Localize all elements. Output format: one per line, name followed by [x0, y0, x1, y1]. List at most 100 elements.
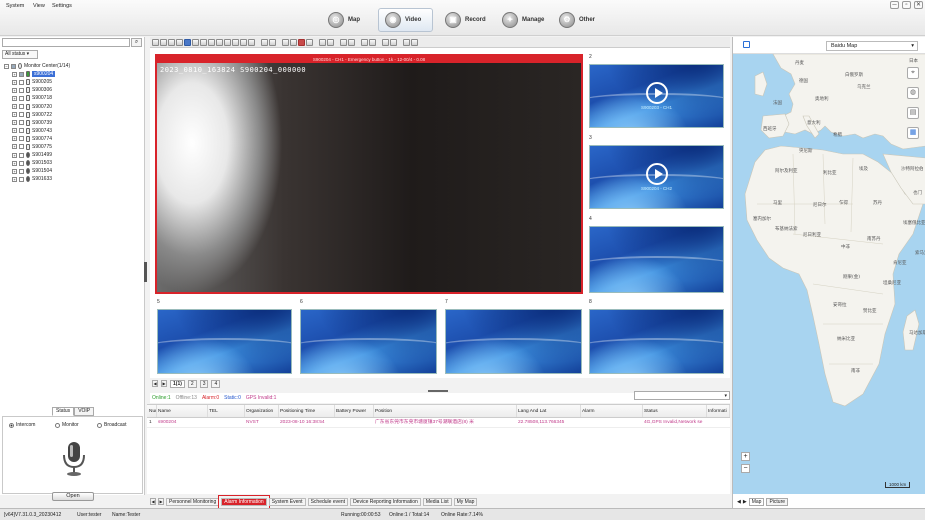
clear-icon[interactable]	[411, 38, 418, 46]
tree-device-row[interactable]: + S900720	[4, 102, 142, 110]
radio-broadcast[interactable]: Broadcast	[97, 422, 127, 428]
minimize-button[interactable]: ─	[890, 1, 899, 9]
radio-intercom[interactable]: Intercom	[9, 422, 35, 428]
alarm-count[interactable]: Alarm:0	[202, 395, 219, 401]
tree-device-row[interactable]: + s900204	[4, 70, 142, 78]
device-checkbox[interactable]	[19, 152, 24, 158]
menu-settings[interactable]: Settings	[52, 3, 72, 9]
traffic-icon[interactable]: ◍	[907, 87, 919, 99]
prev-tab-icon[interactable]: ◀	[150, 498, 156, 505]
expand-icon[interactable]: +	[12, 112, 17, 118]
device-checkbox[interactable]	[19, 176, 24, 182]
page-tab-2[interactable]: 2	[187, 379, 197, 388]
column-header[interactable]: Battery Power	[335, 405, 374, 417]
device-checkbox[interactable]	[19, 104, 24, 110]
layout-16-icon[interactable]	[208, 38, 215, 46]
save-icon[interactable]	[361, 38, 368, 46]
tree-device-row[interactable]: + S900722	[4, 111, 142, 119]
offline-count[interactable]: Offline:13	[176, 395, 197, 401]
play-icon[interactable]	[645, 81, 668, 104]
expand-icon[interactable]: +	[12, 104, 17, 110]
device-checkbox[interactable]	[19, 144, 24, 150]
bottom-tab[interactable]: Schedule event	[307, 497, 349, 506]
tab-picture[interactable]: Picture	[766, 498, 789, 506]
zoom-out-button[interactable]: −	[741, 464, 750, 473]
camera-icon[interactable]	[282, 38, 289, 46]
stop-icon[interactable]	[340, 38, 347, 46]
column-header[interactable]: TEL	[208, 405, 245, 417]
tab-map[interactable]: Map	[748, 498, 765, 506]
expand-icon[interactable]: +	[12, 79, 17, 85]
close-button[interactable]: ✕	[914, 1, 923, 9]
bottom-tab[interactable]: System Event	[268, 497, 306, 506]
main-video-window[interactable]: S900204 - CH1 - Emergency button - 1k - …	[155, 54, 583, 294]
dropdown-icon[interactable]	[269, 38, 276, 46]
column-header[interactable]: Alarm	[581, 405, 643, 417]
status-filter-select[interactable]: All status ▾	[2, 50, 38, 59]
stop-all-icon[interactable]	[298, 38, 305, 46]
tree-root[interactable]: − Monitor Center(1/14)	[4, 62, 142, 70]
tree-device-row[interactable]: + S900739	[4, 119, 142, 127]
expand-icon[interactable]: +	[12, 95, 17, 101]
tree-device-row[interactable]: + S900774	[4, 135, 142, 143]
column-header[interactable]: Organization	[245, 405, 279, 417]
bottom-tab[interactable]: Personnel Monitoring	[166, 497, 220, 506]
video-cell-6[interactable]: 6	[300, 299, 437, 374]
map-provider-select[interactable]: Baidu Map ▾	[826, 41, 918, 51]
column-header[interactable]: Name	[157, 405, 208, 417]
tree-device-row[interactable]: + S901499	[4, 151, 142, 159]
volume-icon[interactable]	[306, 38, 313, 46]
column-header[interactable]: Positioning Time	[279, 405, 335, 417]
expand-icon[interactable]: +	[12, 128, 17, 134]
video-cell-5[interactable]: 5	[157, 299, 292, 374]
expand-icon[interactable]: +	[12, 160, 17, 166]
layout-10-icon[interactable]	[192, 38, 199, 46]
resize-grip[interactable]	[428, 390, 448, 392]
expand-icon[interactable]: +	[12, 120, 17, 126]
expand-icon[interactable]: +	[12, 168, 17, 174]
column-header[interactable]: Status	[643, 405, 707, 417]
menu-view[interactable]: View	[33, 3, 45, 9]
device-checkbox[interactable]	[19, 136, 24, 142]
expand-icon[interactable]: +	[12, 152, 17, 158]
layout-9-icon[interactable]	[184, 38, 191, 46]
gps-invalid-count[interactable]: GPS Invalid:1	[246, 395, 277, 401]
play-icon[interactable]	[319, 38, 326, 46]
delete-icon[interactable]	[403, 38, 410, 46]
tree-device-row[interactable]: + S900743	[4, 127, 142, 135]
zoom-in-button[interactable]: +	[741, 452, 750, 461]
radio-monitor[interactable]: Monitor	[55, 422, 79, 428]
fullscreen-icon[interactable]	[232, 38, 239, 46]
video-cell-4[interactable]: 4	[589, 216, 724, 293]
expand-icon[interactable]: +	[12, 87, 17, 93]
tree-device-row[interactable]: + S900306	[4, 86, 142, 94]
dropdown-icon[interactable]	[348, 38, 355, 46]
play-icon[interactable]	[645, 162, 668, 185]
column-header[interactable]: Lang And Lat	[517, 405, 581, 417]
layout-13-icon[interactable]	[200, 38, 207, 46]
prev-page-icon[interactable]: ◀	[152, 380, 158, 387]
root-checkbox[interactable]	[11, 63, 16, 69]
tree-device-row[interactable]: + S900718	[4, 94, 142, 102]
panorama-icon[interactable]: ▦	[907, 127, 919, 139]
page-tab-1[interactable]: 1(1)	[170, 379, 185, 388]
locate-icon[interactable]: ⌖	[907, 67, 919, 79]
column-header[interactable]: Position	[374, 405, 517, 417]
device-checkbox[interactable]	[19, 120, 24, 126]
column-filter-select[interactable]: ▾	[634, 391, 730, 400]
device-checkbox[interactable]	[19, 71, 24, 77]
maximize-button[interactable]: ▫	[902, 1, 911, 9]
layers-icon[interactable]: ▤	[907, 107, 919, 119]
device-checkbox[interactable]	[19, 168, 24, 174]
video-cell-8[interactable]: 8	[589, 299, 724, 374]
page-tab-3[interactable]: 3	[199, 379, 209, 388]
static-count[interactable]: Static:0	[224, 395, 241, 401]
online-count[interactable]: Online:1	[152, 395, 171, 401]
tree-device-row[interactable]: + S901633	[4, 175, 142, 183]
document-icon[interactable]	[382, 38, 389, 46]
search-input[interactable]	[2, 38, 130, 47]
device-checkbox[interactable]	[19, 79, 24, 85]
record-clip-icon[interactable]	[248, 38, 255, 46]
device-checkbox[interactable]	[19, 112, 24, 118]
expand-icon[interactable]: +	[12, 71, 17, 77]
